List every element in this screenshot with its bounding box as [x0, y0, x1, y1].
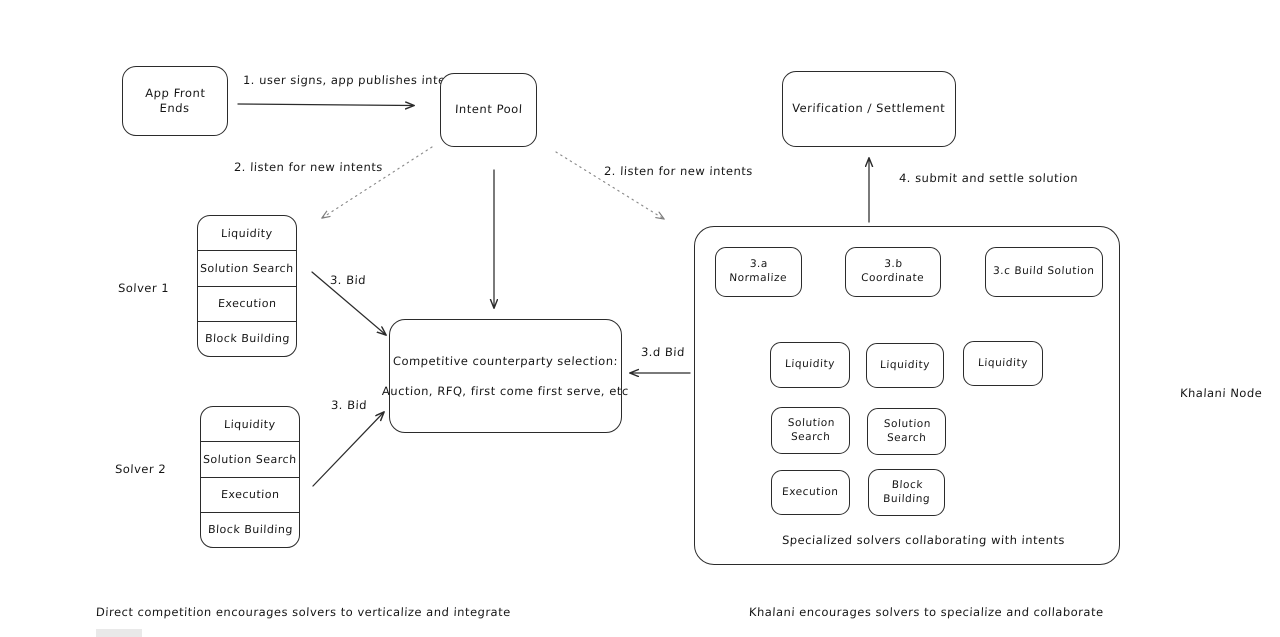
solver-1-row-liquidity[interactable]: Liquidity: [198, 216, 296, 252]
panel-block-building-box[interactable]: Block Building: [868, 469, 945, 516]
solver-2-row-liquidity-label: Liquidity: [223, 417, 277, 431]
solver-2-row-execution[interactable]: Execution: [201, 478, 299, 513]
panel-liquidity-box-3[interactable]: Liquidity: [963, 341, 1043, 386]
panel-execution-box-label: Execution: [781, 485, 840, 498]
step-2-left-label: 2. listen for new intents: [233, 160, 384, 174]
pipeline-box-coordinate[interactable]: 3.b Coordinate: [845, 247, 941, 297]
solver-1-row-solution-search-label: Solution Search: [199, 261, 295, 275]
panel-liquidity-box-1-label: Liquidity: [784, 358, 836, 371]
pipeline-box-build-solution-label: 3.c Build Solution: [992, 265, 1096, 278]
arrow-listen-left: [322, 146, 433, 218]
bottom-caption-left: Direct competition encourages solvers to…: [95, 605, 512, 619]
panel-solution-search-box-2-label: Solution Search: [883, 417, 931, 444]
pipeline-box-coordinate-label: 3.b Coordinate: [860, 258, 925, 284]
selection-line-2: Auction, RFQ, first come first serve, et…: [381, 384, 630, 398]
bid-label-solver2: 3. Bid: [330, 398, 368, 412]
panel-liquidity-box-1[interactable]: Liquidity: [770, 342, 850, 388]
solver-1-row-execution[interactable]: Execution: [198, 287, 296, 322]
panel-solution-search-box-1[interactable]: Solution Search: [771, 407, 850, 454]
solver-2-row-liquidity[interactable]: Liquidity: [201, 407, 299, 443]
app-front-ends-box[interactable]: App Front Ends: [122, 66, 228, 136]
verification-settlement-label: Verification / Settlement: [792, 101, 947, 116]
step-1-label: 1. user signs, app publishes intents: [242, 73, 466, 87]
solver-1-row-block-building[interactable]: Block Building: [198, 322, 296, 356]
bid-3d-label: 3.d Bid: [640, 345, 686, 359]
competitive-selection-box[interactable]: Competitive counterparty selection: Auct…: [382, 319, 629, 433]
solver-1-row-block-building-label: Block Building: [204, 332, 290, 346]
intent-pool-label: Intent Pool: [454, 102, 523, 117]
pipeline-box-build-solution[interactable]: 3.c Build Solution: [985, 247, 1103, 297]
pipeline-box-normalize-label: 3.a Normalize: [728, 258, 788, 284]
bottom-caption-right: Khalani encourages solvers to specialize…: [748, 605, 1104, 619]
solver-2-row-solution-search[interactable]: Solution Search: [201, 442, 299, 478]
panel-execution-box[interactable]: Execution: [771, 470, 850, 515]
step-4-label: 4. submit and settle solution: [898, 171, 1079, 185]
bottom-edge-artifact: [96, 629, 142, 637]
solver-2-row-execution-label: Execution: [220, 488, 280, 502]
intent-pool-box[interactable]: Intent Pool: [440, 73, 537, 147]
solver-1-row-execution-label: Execution: [217, 297, 277, 311]
app-front-ends-label: App Front Ends: [144, 85, 206, 115]
verification-settlement-box[interactable]: Verification / Settlement: [782, 71, 956, 147]
panel-block-building-box-label: Block Building: [882, 478, 930, 505]
panel-liquidity-box-2-label: Liquidity: [879, 358, 931, 371]
solver-1-stack[interactable]: Liquidity Solution Search Execution Bloc…: [197, 215, 297, 357]
bid-label-solver1: 3. Bid: [329, 273, 367, 287]
solver-2-row-solution-search-label: Solution Search: [202, 452, 298, 466]
arrow-listen-right: [555, 151, 664, 219]
panel-liquidity-box-3-label: Liquidity: [977, 356, 1029, 369]
diagram-canvas: App Front Ends 1. user signs, app publis…: [0, 0, 1280, 637]
khalani-node-label: Khalani Node: [1179, 386, 1263, 400]
arrow-bid-solver2: [312, 412, 384, 487]
arrow-app-to-intentpool: [237, 104, 414, 106]
solver-1-row-solution-search[interactable]: Solution Search: [198, 251, 296, 287]
solver-2-name: Solver 2: [114, 462, 167, 476]
solver-2-row-block-building-label: Block Building: [207, 523, 293, 537]
panel-solution-search-box-2[interactable]: Solution Search: [867, 408, 946, 455]
solver-2-row-block-building[interactable]: Block Building: [201, 513, 299, 547]
pipeline-box-normalize[interactable]: 3.a Normalize: [715, 247, 802, 297]
solver-2-stack[interactable]: Liquidity Solution Search Execution Bloc…: [200, 406, 300, 548]
solver-1-name: Solver 1: [117, 281, 170, 295]
selection-line-1: Competitive counterparty selection:: [392, 354, 619, 368]
panel-caption: Specialized solvers collaborating with i…: [781, 533, 1066, 547]
step-2-right-label: 2. listen for new intents: [603, 164, 754, 178]
panel-solution-search-box-1-label: Solution Search: [787, 416, 835, 443]
solver-1-row-liquidity-label: Liquidity: [220, 226, 274, 240]
panel-liquidity-box-2[interactable]: Liquidity: [866, 343, 944, 388]
